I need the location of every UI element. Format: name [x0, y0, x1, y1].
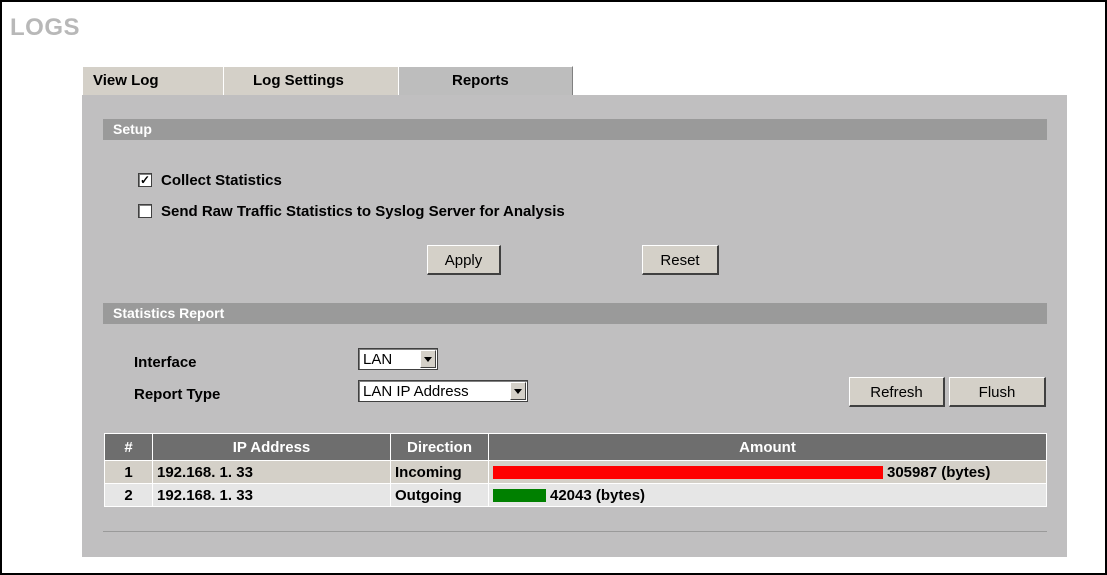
column-header-direction: Direction [390, 433, 489, 461]
row-direction: Incoming [390, 460, 489, 484]
row-number: 1 [104, 460, 153, 484]
amount-bar [493, 466, 883, 480]
chevron-down-icon[interactable] [420, 350, 436, 368]
chevron-down-icon[interactable] [510, 382, 526, 400]
report-type-select-value: LAN IP Address [363, 383, 469, 400]
refresh-button[interactable]: Refresh [849, 377, 945, 407]
interface-select-value: LAN [363, 351, 393, 368]
column-header-amount: Amount [488, 433, 1047, 461]
window-frame: LOGS View Log Log Settings Reports Setup… [0, 0, 1107, 575]
statistics-report-heading: Statistics Report [103, 303, 1047, 324]
tab-view-log[interactable]: View Log [82, 66, 224, 95]
tab-reports[interactable]: Reports [398, 66, 573, 97]
amount-bar [493, 489, 546, 503]
statistics-table: # IP Address Direction Amount 1 192.168.… [104, 433, 1047, 507]
table-row: 2 192.168. 1. 33 Outgoing 42043 (bytes) [104, 483, 1047, 507]
row-amount: 42043 (bytes) [550, 486, 646, 504]
page-title: LOGS [10, 14, 81, 41]
row-amount-cell: 42043 (bytes) [488, 483, 1047, 507]
reset-button[interactable]: Reset [642, 245, 719, 275]
row-ip-address: 192.168. 1. 33 [152, 483, 391, 507]
send-raw-statistics-label: Send Raw Traffic Statistics to Syslog Se… [161, 203, 565, 220]
bottom-divider [103, 531, 1047, 532]
row-direction: Outgoing [390, 483, 489, 507]
tab-log-settings[interactable]: Log Settings [223, 66, 399, 95]
row-amount-cell: 305987 (bytes) [488, 460, 1047, 484]
tab-label: View Log [93, 72, 159, 89]
tab-label: Log Settings [253, 72, 344, 89]
collect-statistics-checkbox[interactable]: ✓ [138, 173, 152, 187]
column-header-number: # [104, 433, 153, 461]
send-raw-statistics-checkbox[interactable] [138, 204, 152, 218]
apply-button[interactable]: Apply [427, 245, 501, 275]
interface-select[interactable]: LAN [358, 348, 438, 370]
report-type-label: Report Type [134, 386, 221, 403]
tab-label: Reports [452, 72, 509, 89]
row-ip-address: 192.168. 1. 33 [152, 460, 391, 484]
reports-panel: Setup ✓ Collect Statistics Send Raw Traf… [82, 95, 1067, 557]
row-amount: 305987 (bytes) [887, 463, 991, 481]
flush-button[interactable]: Flush [949, 377, 1046, 407]
report-type-select[interactable]: LAN IP Address [358, 380, 528, 402]
row-number: 2 [104, 483, 153, 507]
setup-heading: Setup [103, 119, 1047, 140]
table-row: 1 192.168. 1. 33 Incoming 305987 (bytes) [104, 460, 1047, 484]
interface-label: Interface [134, 354, 197, 371]
collect-statistics-label: Collect Statistics [161, 172, 282, 189]
column-header-ip-address: IP Address [152, 433, 391, 461]
table-header-row: # IP Address Direction Amount [104, 433, 1047, 461]
